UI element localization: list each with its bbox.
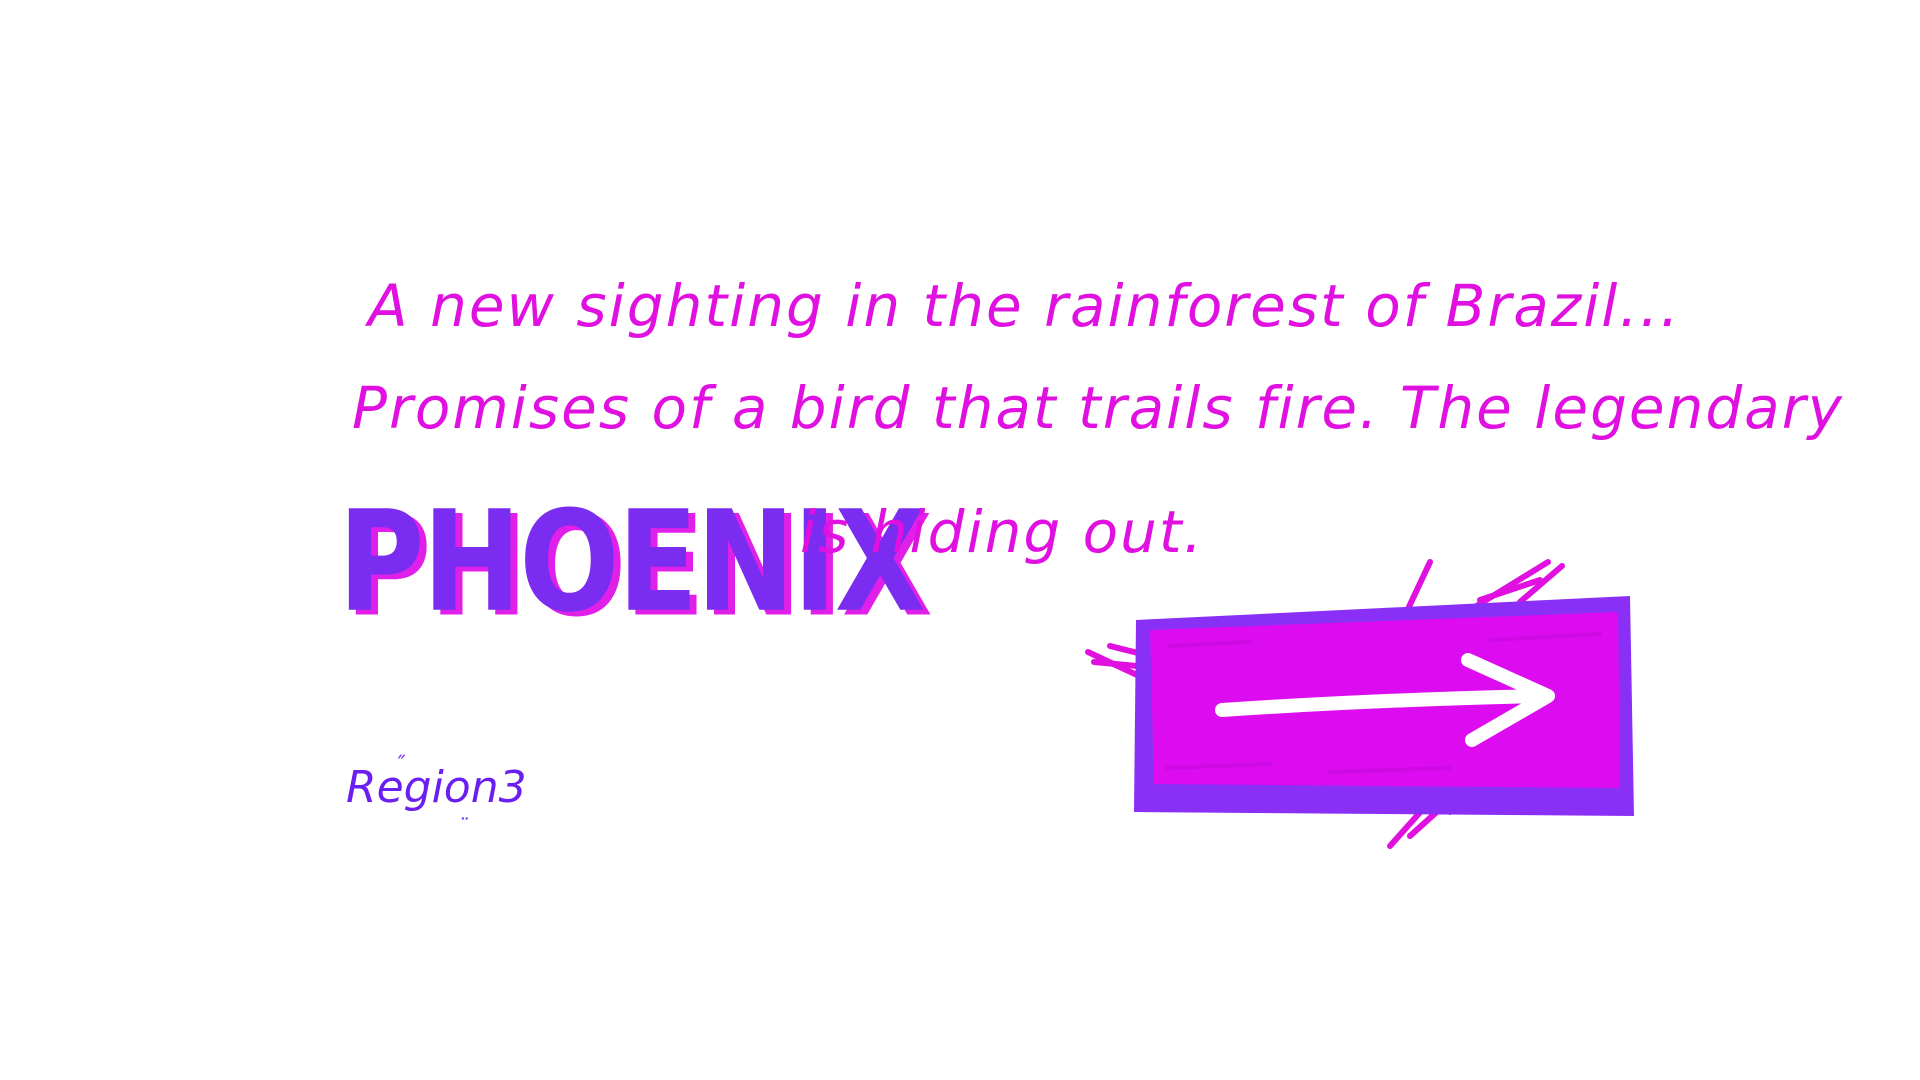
next-arrow-button[interactable] (1070, 550, 1640, 850)
story-text-line-1: A new sighting in the rainforest of Braz… (368, 272, 1681, 340)
game-screen: A new sighting in the rainforest of Braz… (0, 0, 1920, 1080)
region3-logo: ˝ Region3 ¨ (346, 752, 527, 838)
logo-decoration-bottom: ¨ (458, 814, 468, 838)
story-text-line-2: Promises of a bird that trails fire. The… (352, 374, 1844, 442)
logo-text: Region3 (346, 762, 527, 813)
next-button-graphic (1085, 559, 1634, 849)
logo-decoration-top: ˝ (394, 752, 404, 776)
